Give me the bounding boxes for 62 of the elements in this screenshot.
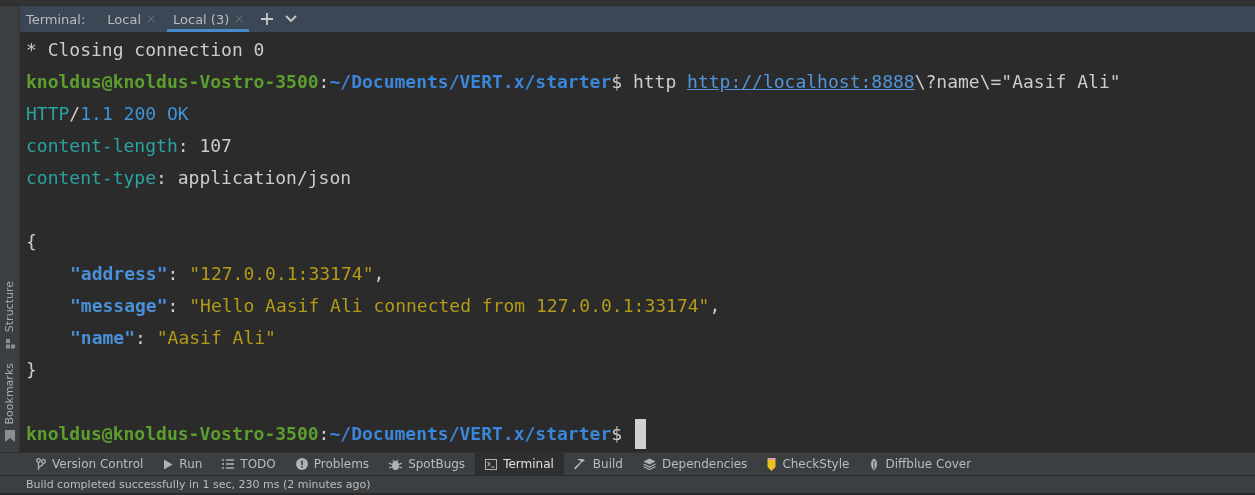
pencil-icon <box>767 457 777 471</box>
branch-icon <box>36 457 46 471</box>
hammer-icon <box>573 457 587 471</box>
tool-window-button[interactable]: TODO <box>212 453 286 475</box>
plus-icon <box>261 13 274 25</box>
tool-window-button[interactable]: Build <box>563 453 633 475</box>
tool-window-button[interactable]: Terminal <box>475 453 564 475</box>
terminal-text: * Closing connection 0 <box>26 38 265 62</box>
terminal-tab[interactable]: Local <box>101 6 162 32</box>
prompt-user: knoldus@knoldus-Vostro-3500 <box>26 70 319 94</box>
status-text: 1.1 200 OK <box>80 102 189 126</box>
terminal-text: { <box>26 230 37 254</box>
terminal-label: Terminal: <box>26 11 86 27</box>
tool-window-button[interactable]: Version Control <box>26 453 154 475</box>
terminal-tab[interactable]: Local (3) <box>167 6 250 32</box>
url-link[interactable]: http://localhost:8888 <box>687 66 915 98</box>
terminal-text: : application/json <box>156 166 352 190</box>
terminal-text: , <box>709 294 721 318</box>
tool-window-button[interactable]: SpotBugs <box>379 453 476 475</box>
terminal-text: / <box>69 102 81 126</box>
json-key: "name" <box>70 322 136 354</box>
bookmark-icon <box>4 430 15 442</box>
prompt-user: knoldus@knoldus-Vostro-3500 <box>26 422 319 446</box>
terminal-icon <box>485 458 498 470</box>
side-panel-tab[interactable]: Structure <box>3 281 16 333</box>
list-icon <box>222 459 235 469</box>
play-icon <box>163 458 174 470</box>
tool-window-button[interactable]: Diffblue Cover <box>859 453 982 475</box>
json-string: "Hello Aasif Ali connected from 127.0.0.1:33174" <box>189 294 710 318</box>
structure-icon <box>4 338 15 349</box>
tool-window-button[interactable]: CheckStyle <box>757 453 860 475</box>
layers-icon <box>642 458 656 470</box>
header-name: content-type <box>26 166 157 190</box>
tool-window-button[interactable]: Problems <box>285 453 380 475</box>
terminal-text: : 107 <box>177 134 232 158</box>
side-panel-tab[interactable]: Bookmarks <box>3 362 16 424</box>
terminal-text: $ http <box>611 70 678 94</box>
warning-icon <box>295 458 308 470</box>
terminal-text: : <box>167 294 180 318</box>
status-message: Build completed successfully in 1 sec, 230 ms (2 minutes ago) <box>26 478 371 491</box>
json-string: "127.0.0.1:33174" <box>189 262 374 286</box>
prompt-path: ~/Documents/VERT.x/starter <box>329 70 612 94</box>
header-name: content-length <box>26 134 178 158</box>
terminal-text: : <box>318 70 330 94</box>
leaf-icon <box>869 457 880 471</box>
terminal-text: : <box>135 326 147 350</box>
json-string: "Aasif Ali" <box>156 326 276 350</box>
bug-icon <box>389 457 403 471</box>
terminal-text: \?name\="Aasif Ali" <box>914 70 1121 94</box>
text-cursor <box>634 419 646 449</box>
json-key: "message" <box>70 290 168 322</box>
terminal-text: , <box>373 262 385 286</box>
tool-window-button[interactable]: Dependencies <box>632 453 758 475</box>
prompt-path: ~/Documents/VERT.x/starter <box>329 422 612 446</box>
header-name: HTTP <box>26 102 70 126</box>
terminal-text: : <box>318 422 330 446</box>
tool-window-button[interactable]: Run <box>153 453 213 475</box>
terminal-text: $ <box>611 422 624 446</box>
terminal-text: } <box>26 358 37 382</box>
chevron-down-icon <box>285 15 298 23</box>
json-key: "address" <box>70 258 168 290</box>
terminal-text: : <box>167 262 180 286</box>
